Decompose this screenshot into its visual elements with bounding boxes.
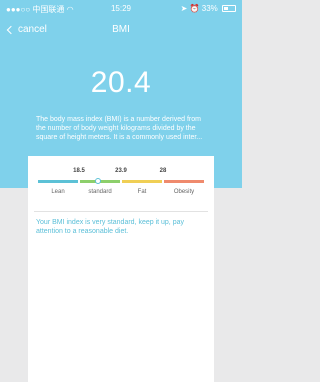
bmi-value: 20.4 [90,66,152,99]
divider [34,211,208,212]
status-right: ➤ ⏰ 33% [181,4,236,13]
location-icon: ➤ [180,4,188,13]
bmi-advice: Your BMI index is very standard, keep it… [36,219,184,235]
bmi-marker [94,178,101,184]
threshold-label-standard-fat: 23.9 [115,168,127,174]
bmi-scale: 18.5 23.9 28 Lean standard Fat Obesity [38,168,204,198]
scale-segment-obesity [164,180,204,183]
alarm-icon: ⏰ [189,4,200,13]
threshold-label-fat-obesity: 28 [159,168,167,174]
category-label-lean: Lean [51,189,65,195]
page-title: BMI [112,24,130,35]
nav-bar: cancel BMI [0,20,242,40]
battery-label: 33% [201,4,218,13]
category-label-standard: standard [88,189,112,195]
category-label-obesity: Obesity [173,189,195,195]
scale-segment-lean [38,180,78,183]
scale-segment-fat [122,180,162,183]
threshold-label-lean-standard: 18.5 [73,168,85,174]
status-bar: ●●●○○ 中国联通 ◠ 15:29 ➤ ⏰ 33% [0,0,242,18]
bmi-description: The body mass index (BMI) is a number de… [36,116,203,141]
battery-icon [222,5,236,12]
bmi-result-card: 18.5 23.9 28 Lean standard Fat Obesity Y… [28,156,214,382]
category-label-fat: Fat [137,189,147,195]
